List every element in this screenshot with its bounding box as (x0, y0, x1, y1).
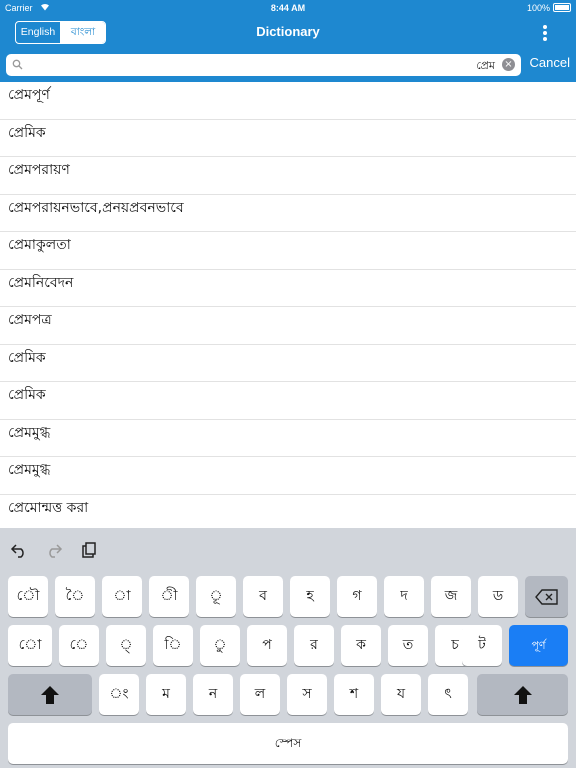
key[interactable]: স (287, 674, 327, 715)
shift-icon (513, 685, 532, 704)
list-item[interactable]: প্রেমিক (0, 382, 576, 420)
delete-key[interactable] (525, 576, 568, 617)
go-button[interactable]: পূর্ণ (509, 625, 568, 666)
battery-icon (553, 3, 571, 12)
battery-percent: 100% (526, 3, 550, 13)
shift-key-right[interactable] (477, 674, 568, 715)
list-item[interactable]: প্রেমপত্র (0, 307, 576, 345)
list-item[interactable]: প্রেমিক (0, 345, 576, 382)
list-item[interactable]: প্রেমপরায়নভাবে,প্রনয়প্রবনভাবে (0, 195, 576, 232)
shift-key-left[interactable] (8, 674, 92, 715)
space-bar[interactable]: স্পেস (8, 723, 568, 764)
backspace-icon (534, 588, 558, 605)
nav-bar: English বাংলা Dictionary (0, 16, 576, 50)
key[interactable]: প (247, 625, 287, 666)
key[interactable]: ে (59, 625, 99, 666)
key[interactable]: ূ (196, 576, 236, 617)
key[interactable]: জ (431, 576, 471, 617)
keyboard-toolbar (0, 528, 576, 572)
paste-icon[interactable] (80, 541, 98, 559)
key[interactable]: র (294, 625, 334, 666)
key[interactable]: ল (240, 674, 280, 715)
key[interactable]: ব (243, 576, 283, 617)
key[interactable]: ং (99, 674, 139, 715)
list-item[interactable]: প্রেমপূর্ণ (0, 82, 576, 120)
key[interactable]: ম (146, 674, 186, 715)
key[interactable]: ী (149, 576, 189, 617)
status-time: 8:44 AM (270, 3, 306, 13)
key[interactable]: ৈ (55, 576, 95, 617)
list-item[interactable]: প্রেমমুগ্ধ (0, 457, 576, 495)
list-item[interactable]: প্রেমমুগ্ধ (0, 420, 576, 457)
key[interactable]: দ (384, 576, 424, 617)
list-item[interactable]: প্রেমিক (0, 120, 576, 157)
key[interactable]: ক (341, 625, 381, 666)
redo-icon[interactable] (45, 541, 63, 559)
results-list: প্রেমপূর্ণ প্রেমিক প্রেমপরায়ণ প্রেমপরায… (0, 82, 576, 528)
key[interactable]: ৌ (8, 576, 48, 617)
status-bar: Carrier 8:44 AM 100% (0, 0, 576, 16)
key[interactable]: ন (193, 674, 233, 715)
search-field[interactable]: প্রেম × (6, 54, 521, 76)
list-item[interactable]: প্রেমাকুলতা (0, 232, 576, 270)
key[interactable]: া (102, 576, 142, 617)
key[interactable]: ্ (106, 625, 146, 666)
key[interactable]: শ (334, 674, 374, 715)
cancel-button[interactable]: Cancel (530, 55, 570, 70)
search-input-value[interactable]: প্রেম (476, 57, 495, 76)
keyboard: ৌ ৈ া ী ূ ব হ গ দ জ ড ো ে ্ ি ু প র ক ত … (0, 528, 576, 768)
shift-icon (41, 685, 59, 704)
search-row: প্রেম × Cancel (0, 52, 576, 80)
undo-icon[interactable] (10, 541, 28, 559)
key[interactable]: ট (462, 625, 502, 666)
search-icon (12, 59, 23, 70)
key[interactable]: ো (8, 625, 52, 666)
key[interactable]: ৎ (428, 674, 468, 715)
list-item[interactable]: প্রেমোন্মত্ত করা (0, 495, 576, 529)
key[interactable]: গ (337, 576, 377, 617)
header: Carrier 8:44 AM 100% English বাংলা Dicti… (0, 0, 576, 82)
key[interactable]: ড (478, 576, 518, 617)
page-title: Dictionary (256, 24, 320, 39)
key[interactable]: ি (153, 625, 193, 666)
key[interactable]: হ (290, 576, 330, 617)
list-item[interactable]: প্রেমনিবেদন (0, 270, 576, 307)
key[interactable]: ু (200, 625, 240, 666)
key[interactable]: ত (388, 625, 428, 666)
list-item[interactable]: প্রেমপরায়ণ (0, 157, 576, 195)
key[interactable]: য (381, 674, 421, 715)
more-options-icon[interactable] (538, 23, 552, 43)
clear-search-icon[interactable]: × (502, 58, 515, 71)
